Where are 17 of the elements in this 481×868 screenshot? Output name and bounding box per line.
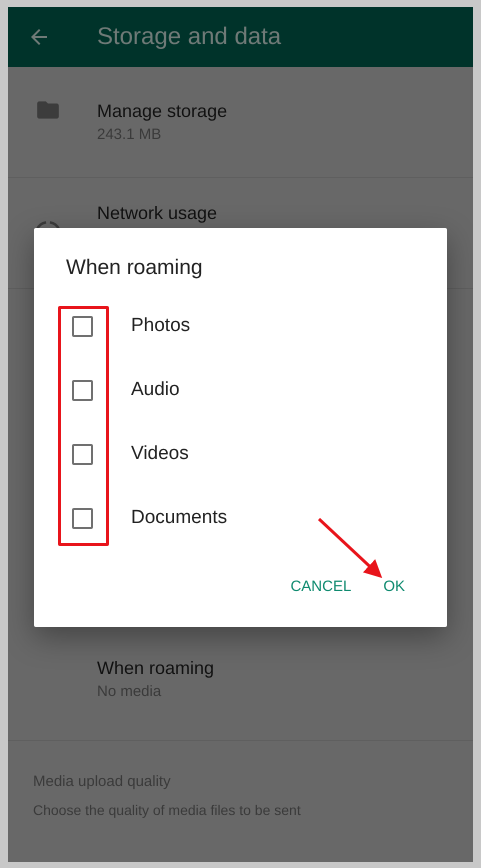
dialog-button[interactable]: OK [369, 568, 419, 605]
checkbox[interactable] [72, 444, 93, 464]
dialog-title: When roaming [66, 256, 204, 280]
option-label: Videos [131, 443, 189, 465]
setting-title: Manage storage [97, 100, 228, 122]
option-label: Photos [131, 315, 190, 337]
screen-title: Storage and data [97, 23, 282, 51]
setting-title: Network usage [97, 202, 218, 224]
option-label: Documents [131, 507, 228, 529]
option-label: Audio [131, 379, 180, 401]
arc-icon [34, 221, 60, 230]
checkbox[interactable] [72, 380, 93, 400]
annotation-arrow [318, 518, 382, 578]
dialog-button[interactable]: CANCEL [276, 568, 366, 605]
setting-title: When roaming [97, 657, 214, 679]
checkbox[interactable] [72, 316, 93, 336]
checkbox[interactable] [72, 508, 93, 528]
